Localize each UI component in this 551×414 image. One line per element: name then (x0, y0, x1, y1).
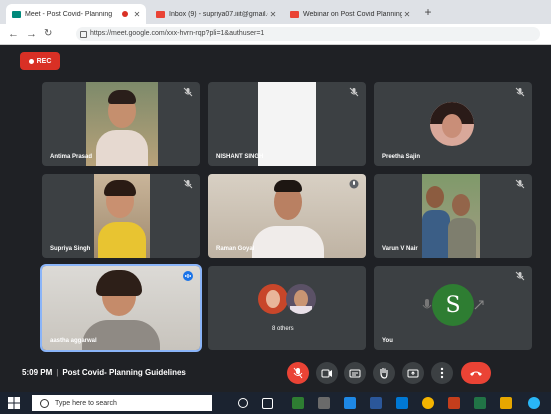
chrome-browser-icon[interactable] (422, 397, 434, 409)
gmail-favicon-icon (156, 10, 165, 18)
meeting-title: Post Covid- Planning Guidelines (62, 368, 186, 377)
url-text: https://meet.google.com/xxx-hvrn-rqp?pli… (90, 30, 265, 37)
mic-off-icon (183, 179, 193, 189)
mic-off-icon (349, 179, 359, 189)
more-vert-icon (440, 367, 444, 379)
tab-title: Inbox (9) - supriya07.iiit@gmail.c (169, 10, 268, 18)
hand-icon (380, 368, 388, 379)
participant-name: NISHANT SINGH (216, 154, 264, 160)
search-placeholder: Type here to search (55, 399, 117, 407)
mic-off-icon (515, 271, 525, 281)
tab-title: Meet - Post Covid- Planning (25, 10, 113, 18)
mic-off-icon (293, 367, 303, 379)
search-icon (40, 398, 49, 408)
participant-tile-aastha[interactable]: aastha aggarwal (40, 264, 202, 352)
mic-toggle-button[interactable] (287, 362, 309, 384)
task-view-icon[interactable] (262, 398, 273, 409)
speaking-indicator-icon (183, 271, 193, 281)
forward-arrow-icon[interactable]: → (26, 27, 37, 41)
participant-tile-antima[interactable]: Antima Prasad (42, 82, 200, 166)
captions-button[interactable] (344, 362, 366, 384)
tab-webinar[interactable]: Webinar on Post Covid Planning ✕ (284, 4, 416, 24)
participant-name: Raman Goyal (216, 246, 255, 252)
meeting-info: 5:09 PM | Post Covid- Planning Guidelines (22, 368, 186, 377)
gmail-favicon-icon (290, 10, 299, 18)
present-screen-icon (407, 369, 419, 377)
more-options-button[interactable] (431, 362, 453, 384)
recording-badge: REC (20, 52, 60, 70)
participant-name: Supriya Singh (50, 246, 91, 252)
skype-app-icon[interactable] (528, 397, 540, 409)
mic-level-icon (422, 299, 432, 309)
close-tab-icon[interactable]: ✕ (268, 10, 278, 19)
present-button[interactable] (402, 362, 424, 384)
mic-off-icon (183, 87, 193, 97)
hang-up-icon (470, 371, 482, 376)
file-explorer-icon[interactable] (500, 397, 512, 409)
edge-browser-icon[interactable] (344, 397, 356, 409)
windows-taskbar: Type here to search (0, 392, 551, 414)
mic-off-icon (349, 87, 359, 97)
taskbar-search-field[interactable]: Type here to search (32, 395, 212, 411)
tab-inbox[interactable]: Inbox (9) - supriya07.iiit@gmail.c ✕ (150, 4, 282, 24)
participant-video (422, 174, 480, 258)
back-arrow-icon[interactable]: ← (8, 27, 19, 41)
avatar: S (432, 284, 474, 326)
lock-icon (80, 31, 87, 38)
rec-label: REC (36, 57, 52, 65)
participant-tile-varun[interactable]: Varun V Nair (374, 174, 532, 258)
powerpoint-app-icon[interactable] (448, 397, 460, 409)
pin-icon[interactable] (474, 300, 484, 310)
captions-icon (349, 369, 361, 377)
participant-tile-preetha[interactable]: Preetha Sajin (374, 82, 532, 166)
participant-name: aastha aggarwal (50, 338, 97, 344)
meet-favicon-icon (12, 10, 21, 18)
tab-title: Webinar on Post Covid Planning (303, 10, 402, 18)
participant-tile-you[interactable]: S You (374, 266, 532, 350)
participant-video (86, 82, 158, 166)
participant-tile-nishant[interactable]: NISHANT SINGH (208, 82, 366, 166)
recording-indicator-icon (122, 11, 128, 17)
new-tab-button[interactable]: + (421, 5, 435, 19)
participant-name: You (382, 338, 393, 344)
url-field[interactable]: https://meet.google.com/xxx-hvrn-rqp?pli… (76, 27, 540, 41)
windows-start-icon[interactable] (8, 397, 20, 409)
camera-icon (321, 369, 332, 377)
participant-tile-others[interactable]: 8 others (208, 266, 366, 350)
raise-hand-button[interactable] (373, 362, 395, 384)
end-call-button[interactable] (461, 362, 491, 384)
avatar (258, 284, 288, 314)
reload-icon[interactable]: ↻ (44, 27, 52, 41)
avatar (430, 102, 474, 146)
word-app-icon[interactable] (370, 397, 382, 409)
close-tab-icon[interactable]: ✕ (132, 10, 142, 19)
outlook-app-icon[interactable] (396, 397, 408, 409)
participant-video (258, 82, 316, 166)
participant-name: Preetha Sajin (382, 154, 421, 160)
participant-video (94, 174, 150, 258)
participant-tile-supriya[interactable]: Supriya Singh (42, 174, 200, 258)
participant-name: Antima Prasad (50, 154, 93, 160)
mic-off-icon (515, 87, 525, 97)
meeting-time: 5:09 PM (22, 368, 53, 377)
close-tab-icon[interactable]: ✕ (402, 10, 412, 19)
store-app-icon[interactable] (292, 397, 304, 409)
address-bar-row: ← → ↻ https://meet.google.com/xxx-hvrn-r… (0, 24, 551, 45)
app-icon[interactable] (318, 397, 330, 409)
cortana-icon[interactable] (238, 398, 248, 408)
excel-app-icon[interactable] (474, 397, 486, 409)
others-count-label: 8 others (272, 326, 294, 332)
record-dot-icon (28, 58, 34, 64)
browser-tab-bar: Meet - Post Covid- Planning ✕ Inbox (9) … (0, 0, 551, 24)
participant-name: Varun V Nair (382, 246, 418, 252)
participant-tile-raman[interactable]: Raman Goyal (208, 174, 366, 258)
avatar (286, 284, 316, 314)
tab-meet[interactable]: Meet - Post Covid- Planning ✕ (6, 4, 146, 24)
mic-off-icon (515, 179, 525, 189)
camera-toggle-button[interactable] (316, 362, 338, 384)
